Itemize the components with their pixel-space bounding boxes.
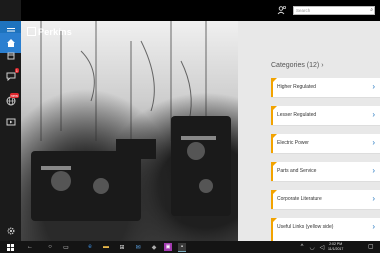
app-icon[interactable]: ◆: [150, 243, 158, 251]
categories-heading[interactable]: Categories (12) ›: [271, 62, 324, 69]
category-flag-icon: [273, 106, 277, 110]
logo-mark-icon: [27, 27, 36, 36]
chat-icon: [6, 72, 15, 81]
taskbar: ← ○ ▭ e ▬ ⊞ ✉ ◆ ▣ ▪ ^ ◡ ◁ 2:02 PM 11/1/2…: [0, 241, 380, 253]
category-item[interactable]: Useful Links (yellow side) ›: [271, 218, 380, 242]
user-profile-icon[interactable]: [277, 5, 287, 15]
system-tray-chevron-icon[interactable]: ^: [298, 243, 306, 251]
top-bar: Search ⌕: [21, 0, 380, 21]
category-item[interactable]: Lesser Regulated ›: [271, 106, 380, 126]
file-explorer-icon[interactable]: ▬: [102, 243, 110, 251]
mail-icon[interactable]: ✉: [134, 243, 142, 251]
search-placeholder: Search: [296, 8, 311, 13]
video-button[interactable]: [0, 112, 21, 132]
category-flag-icon: [273, 134, 277, 138]
sidebar: 1 new: [0, 0, 21, 241]
video-icon: [6, 118, 15, 126]
search-input[interactable]: Search ⌕: [293, 6, 375, 15]
products-button[interactable]: [0, 46, 21, 66]
search-icon[interactable]: ○: [46, 243, 54, 251]
category-item[interactable]: Parts and Service ›: [271, 162, 380, 182]
store-icon[interactable]: ⊞: [118, 243, 126, 251]
web-button[interactable]: new: [0, 91, 21, 111]
settings-button[interactable]: [0, 221, 21, 241]
clock-time: 2:02 PM: [329, 242, 343, 246]
search-icon[interactable]: ⌕: [370, 7, 373, 14]
chevron-right-icon: ›: [372, 222, 375, 231]
volume-icon[interactable]: ◁: [318, 243, 326, 251]
category-label: Lesser Regulated: [277, 112, 317, 118]
category-label: Corporate Literature: [277, 196, 322, 202]
gear-icon: [7, 227, 14, 235]
chevron-right-icon: ›: [372, 110, 375, 119]
app-icon-purple[interactable]: ▣: [164, 243, 172, 251]
category-flag-icon: [273, 218, 277, 222]
category-item[interactable]: Higher Regulated ›: [271, 78, 380, 98]
category-item[interactable]: Corporate Literature ›: [271, 190, 380, 210]
back-arrow-icon[interactable]: ←: [26, 243, 34, 251]
category-label: Useful Links (yellow side): [277, 224, 334, 230]
category-label: Electric Power: [277, 140, 309, 146]
chevron-right-icon: ›: [321, 62, 324, 69]
chevron-right-icon: ›: [372, 138, 375, 147]
chevron-right-icon: ›: [372, 82, 375, 91]
perkins-app-taskbar-icon[interactable]: ▪: [178, 243, 186, 252]
task-view-icon[interactable]: ▭: [62, 243, 70, 251]
clock-date: 11/1/2017: [328, 246, 344, 251]
action-center-icon[interactable]: ▢: [368, 243, 376, 251]
chevron-right-icon: ›: [372, 194, 375, 203]
engine-factory-illustration: [31, 21, 231, 221]
messages-badge: 1: [14, 68, 19, 73]
category-label: Parts and Service: [277, 168, 317, 174]
category-item[interactable]: Electric Power ›: [271, 134, 380, 154]
web-badge: new: [9, 93, 19, 98]
taskbar-clock[interactable]: 2:02 PM 11/1/2017: [328, 242, 343, 251]
category-label: Higher Regulated: [277, 84, 316, 90]
network-icon[interactable]: ◡: [308, 243, 316, 251]
hero-image: Perkins: [21, 21, 238, 241]
messages-button[interactable]: 1: [0, 66, 21, 86]
category-flag-icon: [273, 190, 277, 194]
category-flag-icon: [273, 78, 277, 82]
windows-start-icon[interactable]: [6, 243, 14, 251]
edge-browser-icon[interactable]: e: [86, 243, 94, 251]
category-flag-icon: [273, 162, 277, 166]
box-icon: [7, 52, 14, 60]
brand-logo: Perkins: [27, 27, 72, 37]
chevron-right-icon: ›: [372, 166, 375, 175]
